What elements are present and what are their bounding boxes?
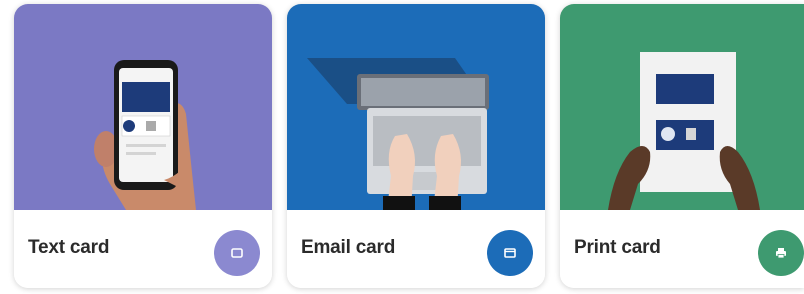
envelope-icon <box>504 248 516 258</box>
phone-in-hand-image <box>14 4 272 210</box>
text-card[interactable]: Text card <box>14 4 272 288</box>
printed-sheet-image <box>560 4 804 210</box>
email-card[interactable]: Email card <box>287 4 545 288</box>
text-card-action-button[interactable] <box>214 230 260 276</box>
card-label: Text card <box>28 237 110 258</box>
card-options: Text card Email card Print card <box>0 0 804 294</box>
email-card-action-button[interactable] <box>487 230 533 276</box>
card-label: Print card <box>574 237 661 258</box>
message-icon <box>231 248 243 258</box>
card-label: Email card <box>301 237 396 258</box>
card-footer: Text card <box>14 210 272 288</box>
card-footer: Email card <box>287 210 545 288</box>
print-card[interactable]: Print card <box>560 4 804 288</box>
print-card-action-button[interactable] <box>758 230 804 276</box>
laptop-typing-image <box>287 4 545 210</box>
card-footer: Print card <box>560 210 804 288</box>
printer-icon <box>776 248 786 259</box>
